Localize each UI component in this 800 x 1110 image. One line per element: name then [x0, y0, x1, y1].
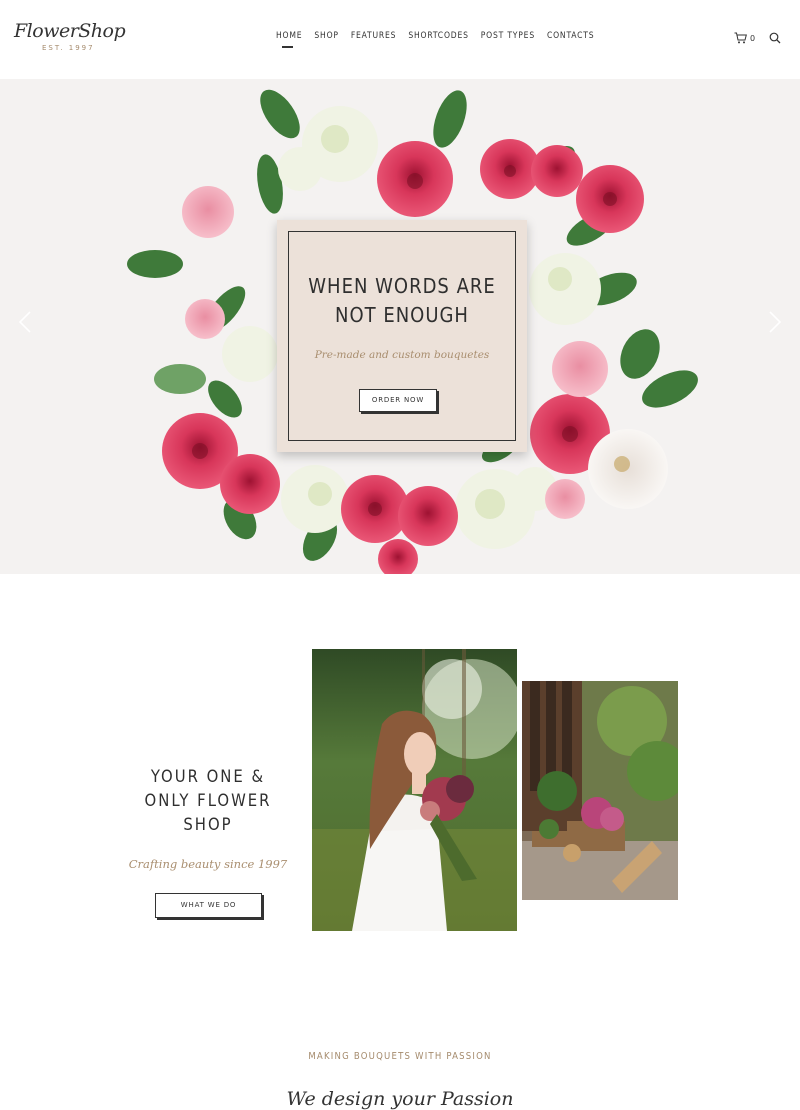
- nav-home[interactable]: HOME: [276, 31, 302, 51]
- logo-wordmark: FlowerShop: [14, 20, 126, 42]
- flower-shop-storefront-photo: [522, 681, 678, 900]
- nav-shortcodes[interactable]: SHORTCODES: [408, 31, 468, 51]
- site-header: FlowerShop EST. 1997 HOME SHOP FEATURES …: [0, 0, 800, 78]
- slider-prev-arrow[interactable]: [18, 311, 32, 333]
- section-script-title: We design your Passion: [286, 1088, 514, 1110]
- cart-icon: [734, 32, 747, 44]
- hero-title-line1: WHEN WORDS ARE: [308, 274, 496, 298]
- about-title-line3: SHOP: [183, 815, 233, 834]
- hero-subtitle: Pre-made and custom bouquetes: [314, 349, 490, 361]
- main-nav: HOME SHOP FEATURES SHORTCODES POST TYPES…: [276, 31, 606, 51]
- logo-tagline: EST. 1997: [42, 44, 95, 52]
- section-heading-passion: MAKING BOUQUETS WITH PASSION: [308, 1051, 492, 1062]
- hero-title-line2: NOT ENOUGH: [335, 303, 469, 327]
- cart-count: 0: [750, 33, 756, 43]
- about-title-line1: YOUR ONE &: [150, 767, 266, 786]
- nav-shop[interactable]: SHOP: [314, 31, 338, 51]
- hero-card: WHEN WORDS ARE NOT ENOUGH Pre-made and c…: [277, 220, 527, 452]
- site-logo[interactable]: FlowerShop EST. 1997: [14, 20, 126, 56]
- hero-slider: WHEN WORDS ARE NOT ENOUGH Pre-made and c…: [0, 79, 800, 574]
- search-icon[interactable]: [769, 32, 781, 44]
- nav-contacts[interactable]: CONTACTS: [547, 31, 594, 51]
- about-title: YOUR ONE & ONLY FLOWER SHOP: [126, 765, 290, 837]
- what-we-do-button[interactable]: WHAT WE DO: [155, 893, 262, 918]
- nav-post-types[interactable]: POST TYPES: [481, 31, 535, 51]
- hero-card-frame: WHEN WORDS ARE NOT ENOUGH Pre-made and c…: [288, 231, 516, 441]
- about-title-line2: ONLY FLOWER: [144, 791, 272, 810]
- about-subtitle: Crafting beauty since 1997: [128, 857, 288, 871]
- slider-next-arrow[interactable]: [768, 311, 782, 333]
- order-now-button[interactable]: ORDER NOW: [359, 389, 437, 412]
- hero-title: WHEN WORDS ARE NOT ENOUGH: [289, 272, 515, 330]
- nav-features[interactable]: FEATURES: [351, 31, 396, 51]
- bride-photo: [312, 649, 517, 931]
- cart-button[interactable]: 0: [734, 32, 755, 44]
